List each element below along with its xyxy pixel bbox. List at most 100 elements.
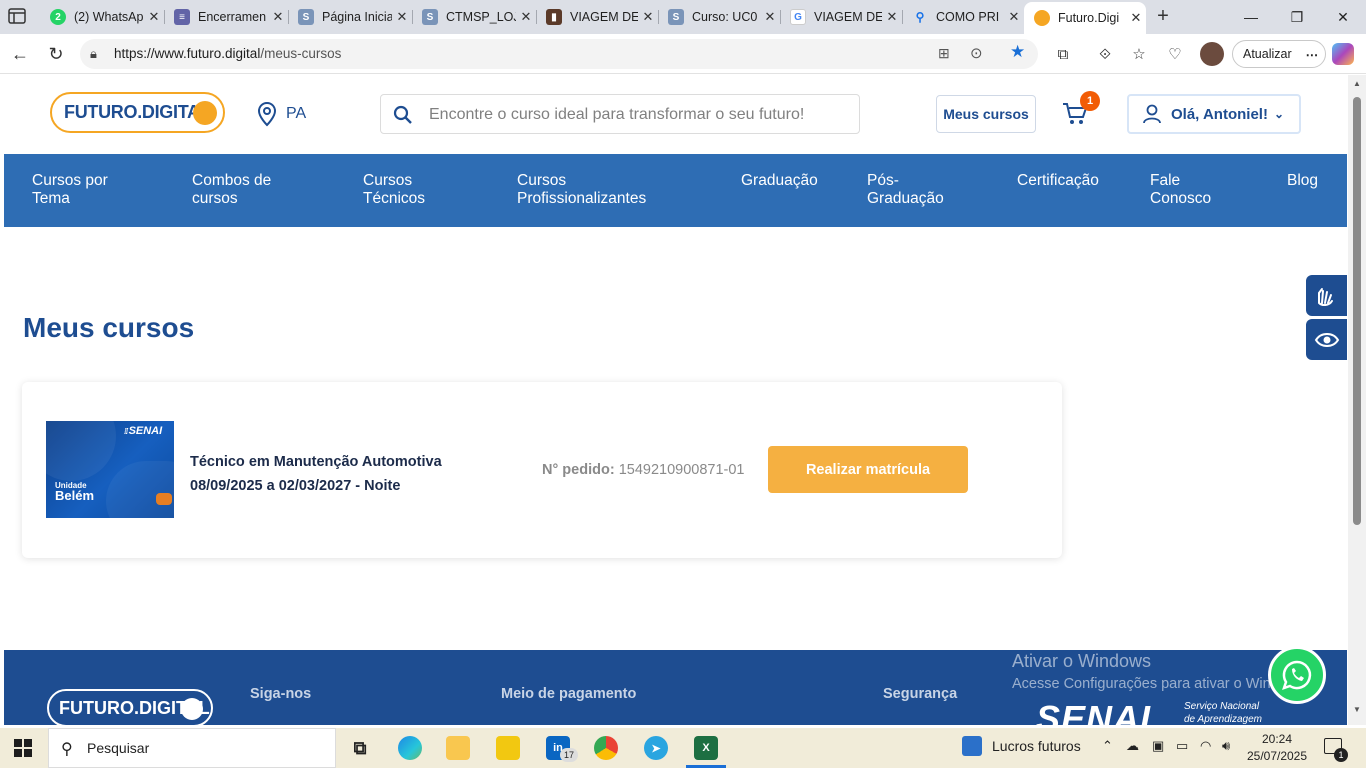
address-bar[interactable]: 🔒︎ https://www.futuro.digital/meus-curso… — [80, 39, 1038, 69]
location-pin-icon — [257, 101, 277, 127]
browser-tab[interactable]: S Página Inicial ✕ — [288, 4, 412, 30]
footer-payment-heading: Meio de pagamento — [501, 686, 637, 702]
course-schedule: 08/09/2025 a 02/03/2027 - Noite — [190, 478, 401, 494]
nav-item-blog[interactable]: Blog — [1287, 172, 1318, 190]
browser-tab[interactable]: S CTMSP_LOJ ✕ — [412, 4, 536, 30]
lock-icon[interactable]: 🔒︎ — [90, 46, 97, 62]
page-title: Meus cursos — [23, 312, 195, 343]
browser-tab[interactable]: ▮ VIAGEM DE ✕ — [536, 4, 658, 30]
logo-search-icon — [181, 698, 203, 720]
browser-tab[interactable]: ≡ Encerramen ✕ — [164, 4, 288, 30]
close-icon[interactable]: ✕ — [392, 9, 412, 25]
accessibility-view-button[interactable] — [1306, 319, 1347, 360]
browser-tab[interactable]: ⚲ COMO PRI ✕ — [902, 4, 1024, 30]
browser-tab[interactable]: G VIAGEM DE ✕ — [780, 4, 902, 30]
tab-actions-icon[interactable] — [8, 8, 28, 26]
footer-logo[interactable]: FUTURO.DIGITAL — [47, 689, 213, 725]
user-menu-button[interactable]: Olá, Antoniel! ⌄ — [1127, 94, 1301, 134]
app-available-icon[interactable]: ⊞ — [938, 45, 950, 62]
edge-browser-icon[interactable] — [398, 736, 422, 760]
logo-search-icon — [193, 101, 217, 125]
whatsapp-chat-button[interactable] — [1268, 646, 1326, 704]
site-header: FUTURO.DIGITAL PA Meus cursos 1 Olá, Ant… — [4, 75, 1347, 154]
main-navigation: Cursos por Tema Combos de cursos Cursos Téc… — [4, 154, 1347, 227]
favorite-star-icon[interactable]: ★ — [1010, 42, 1025, 62]
whatsapp-icon: 2 — [50, 9, 66, 25]
close-icon[interactable]: ✕ — [1126, 10, 1146, 26]
close-icon[interactable]: ✕ — [760, 9, 780, 25]
windows-activation-subtitle: Acesse Configurações para ativar o Windo… — [1012, 676, 1309, 692]
close-icon[interactable]: ✕ — [144, 9, 164, 25]
footer-security-heading: Segurança — [883, 686, 958, 702]
nav-item-pos-graduacao[interactable]: Pós- Graduação — [867, 172, 944, 208]
senai-logo: ⁞⁞ SENAI — [124, 425, 163, 437]
battery-icon[interactable]: ▭ — [1176, 738, 1188, 754]
search-icon[interactable] — [393, 105, 413, 125]
futuro-digital-icon — [1034, 10, 1050, 26]
refresh-icon[interactable]: ↻ — [42, 40, 70, 68]
nav-item-combos[interactable]: Combos de cursos — [192, 172, 271, 208]
search-icon: ⚲ — [61, 741, 73, 758]
volume-icon[interactable]: 🔊︎ — [1222, 738, 1230, 754]
my-courses-button[interactable]: Meus cursos — [936, 95, 1036, 133]
notification-count-badge: 1 — [1334, 748, 1348, 762]
update-button[interactable]: Atualizar ⋯ — [1232, 40, 1326, 68]
wifi-icon[interactable]: ◠ — [1200, 738, 1211, 754]
file-explorer-icon[interactable] — [446, 736, 470, 760]
close-icon[interactable]: ✕ — [882, 9, 902, 25]
restore-icon[interactable]: ❐ — [1274, 0, 1320, 34]
cloud-icon[interactable]: ☁ — [1126, 738, 1139, 754]
taskbar-search[interactable]: ⚲ Pesquisar — [48, 728, 336, 768]
site-logo[interactable]: FUTURO.DIGITAL — [50, 92, 225, 133]
excel-icon[interactable]: X — [694, 736, 718, 760]
new-tab-plus-icon[interactable]: + — [1152, 5, 1174, 27]
close-icon[interactable]: ✕ — [638, 9, 658, 25]
scrollbar-thumb[interactable] — [1353, 97, 1361, 525]
taskbar-clock[interactable]: 20:24 25/07/2025 — [1244, 731, 1310, 765]
extensions-icon[interactable]: ⧉ — [1052, 44, 1074, 64]
search-input[interactable] — [429, 103, 839, 127]
close-icon[interactable]: ✕ — [516, 9, 536, 25]
chrome-icon[interactable] — [594, 736, 618, 760]
sign-language-button[interactable] — [1306, 275, 1347, 316]
profile-avatar[interactable] — [1200, 42, 1224, 66]
nav-item-profissionalizantes[interactable]: Cursos Profissionalizantes — [517, 172, 646, 208]
nav-item-cursos-tecnicos[interactable]: Cursos Técnicos — [363, 172, 425, 208]
performance-icon[interactable]: ♡ — [1164, 44, 1186, 64]
taskbar-file-lucros[interactable]: Lucros futuros — [962, 736, 1081, 756]
minimize-icon[interactable]: — — [1228, 0, 1274, 34]
task-view-icon[interactable]: ⧉ — [348, 736, 372, 760]
course-search-box[interactable] — [380, 94, 860, 134]
url-text[interactable]: https://www.futuro.digital/meus-cursos — [114, 46, 341, 61]
senai-footer-subtitle: Serviço Nacional de Aprendizagem — [1184, 701, 1263, 725]
course-card: ⁞⁞ SENAI Unidade Belém Técnico em Manute… — [22, 382, 1062, 558]
browser-tab[interactable]: 2 (2) WhatsApp ✕ — [40, 4, 164, 30]
browser-tab-active[interactable]: Futuro.Digi ✕ — [1024, 2, 1146, 34]
display-icon[interactable]: ▣ — [1152, 738, 1164, 754]
power-bi-icon[interactable] — [496, 736, 520, 760]
course-title[interactable]: Técnico em Manutenção Automotiva — [190, 450, 442, 474]
read-aloud-icon[interactable]: ⊙ — [970, 44, 983, 62]
nav-item-certificacao[interactable]: Certificação — [1017, 172, 1099, 190]
nav-item-fale-conosco[interactable]: Fale Conosco — [1150, 172, 1211, 208]
chevron-up-icon[interactable]: ⌃ — [1102, 738, 1113, 754]
browser-tab[interactable]: S Curso: UC0 ✕ — [658, 4, 780, 30]
linkedin-badge: 17 — [560, 748, 578, 762]
enroll-button[interactable]: Realizar matrícula — [768, 446, 968, 493]
copilot-icon[interactable] — [1332, 43, 1354, 65]
back-arrow-icon[interactable]: ← — [6, 40, 34, 68]
windows-start-icon[interactable] — [14, 739, 32, 762]
nav-item-cursos-por-tema[interactable]: Cursos por Tema — [32, 172, 108, 208]
favorites-icon[interactable]: ☆ — [1128, 44, 1150, 64]
page-scrollbar[interactable]: ▲ ▼ — [1348, 75, 1366, 725]
course-info: Técnico em Manutenção Automotiva 08/09/2… — [190, 450, 442, 498]
nav-item-graduacao[interactable]: Graduação — [741, 172, 818, 190]
location-selector[interactable]: PA — [256, 101, 306, 127]
browser-tab-strip: 2 (2) WhatsApp ✕ ≡ Encerramen ✕ S Página… — [0, 0, 1366, 34]
split-screen-icon[interactable]: ⟐ — [1094, 44, 1116, 64]
close-icon[interactable]: ✕ — [268, 9, 288, 25]
close-window-icon[interactable]: ✕ — [1320, 0, 1366, 34]
close-icon[interactable]: ✕ — [1004, 9, 1024, 25]
telegram-icon[interactable]: ➤ — [644, 736, 668, 760]
web-page: FUTURO.DIGITAL PA Meus cursos 1 Olá, Ant… — [4, 75, 1347, 725]
